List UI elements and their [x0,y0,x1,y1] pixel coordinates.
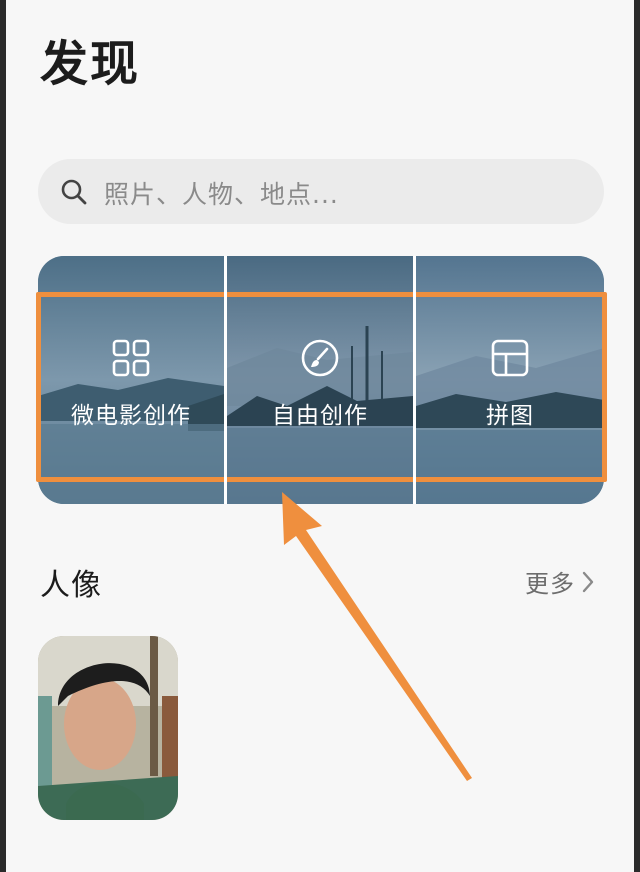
landscape-image [416,256,604,504]
collage-icon [491,339,529,377]
section-title-portraits: 人像 [40,568,102,603]
tile-divider [413,256,416,504]
more-label: 更多 [525,570,575,598]
brush-icon [301,339,339,377]
more-link[interactable]: 更多 [525,564,595,599]
search-placeholder: 照片、人物、地点... [104,180,339,209]
page-title: 发现 [40,36,141,92]
tile-micro-movie[interactable]: 微电影创作 [38,256,224,504]
person-photo [38,636,178,820]
tile-label: 微电影创作 [71,403,191,429]
tile-divider [224,256,227,504]
landscape-image [38,256,224,504]
tile-collage[interactable]: 拼图 [416,256,604,504]
portrait-thumbnail[interactable] [38,636,178,820]
creation-banner: 微电影创作 自由创作 拼图 [38,256,604,504]
chevron-right-icon [582,571,594,593]
tile-free-create[interactable]: 自由创作 [227,256,413,504]
landscape-image [227,256,413,504]
discover-screen: 发现 照片、人物、地点... 微电影创作 自由创作 拼图 人像 更多 [6,0,634,872]
search-bar[interactable]: 照片、人物、地点... [38,159,604,224]
tile-label: 拼图 [486,403,534,429]
grid-icon [112,339,150,377]
search-icon [61,179,87,205]
tile-label: 自由创作 [272,403,368,429]
